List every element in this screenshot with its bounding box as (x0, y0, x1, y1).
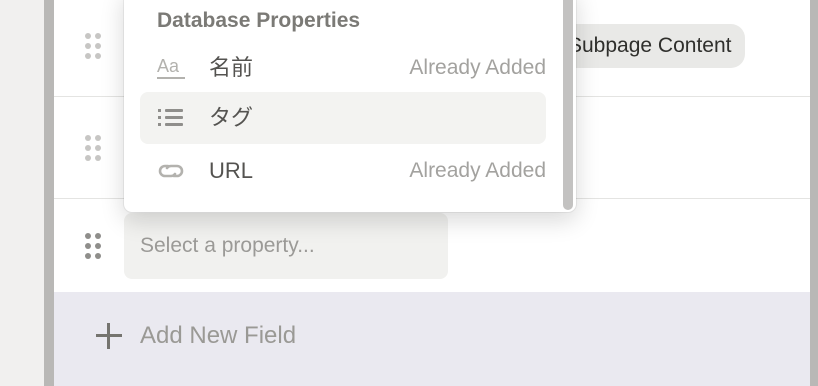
drag-handle-icon[interactable] (85, 135, 103, 165)
panel-left-border (44, 0, 54, 386)
dropdown-item-tags[interactable]: タグ (140, 92, 546, 144)
add-field-area: Add New Field (54, 292, 810, 386)
property-chip[interactable]: Subpage Content (554, 24, 746, 68)
background-left (0, 0, 44, 386)
panel-right-border (810, 0, 818, 386)
dropdown-item-label: タグ (209, 105, 254, 130)
text-type-icon: Aa (157, 56, 185, 79)
property-dropdown: Database Properties Aa 名前 Already Added … (124, 0, 576, 212)
link-icon (158, 164, 184, 178)
drag-handle-icon[interactable] (85, 233, 103, 263)
add-new-field-button[interactable]: Add New Field (94, 314, 296, 358)
svg-text:Aa: Aa (157, 56, 180, 76)
dropdown-item-url[interactable]: URL Already Added (140, 145, 546, 197)
drag-handle-icon[interactable] (85, 33, 103, 63)
add-new-field-label: Add New Field (140, 322, 297, 349)
plus-icon (94, 321, 124, 351)
dropdown-item-label: 名前 (209, 55, 254, 80)
dropdown-item-name[interactable]: Aa 名前 Already Added (140, 42, 546, 94)
property-select[interactable]: Select a property... (124, 213, 448, 279)
dropdown-item-label: URL (209, 158, 254, 183)
list-icon (158, 109, 183, 126)
already-added-label: Already Added (409, 159, 546, 182)
dropdown-scrollbar[interactable] (563, 0, 573, 210)
dropdown-title: Database Properties (157, 9, 361, 32)
already-added-label: Already Added (409, 56, 546, 79)
